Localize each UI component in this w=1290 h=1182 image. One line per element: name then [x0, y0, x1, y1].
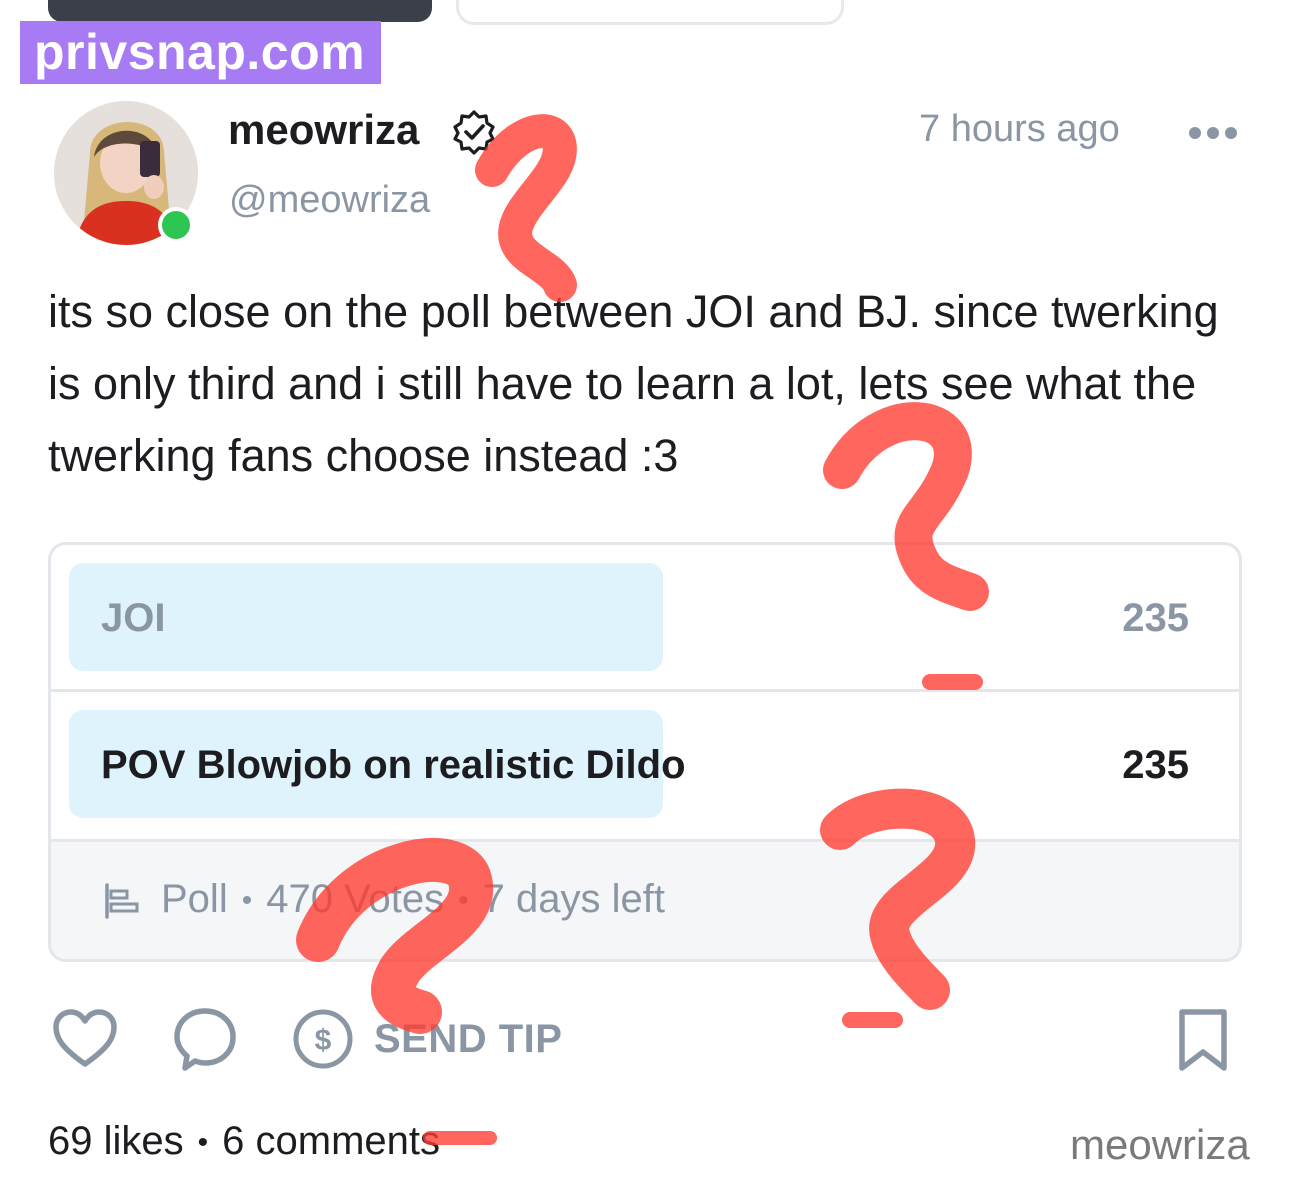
- site-watermark: privsnap.com: [20, 21, 381, 84]
- poll-type-label: Poll: [161, 877, 228, 921]
- poll-meta: Poll • 470 Votes • 7 days left: [103, 872, 665, 928]
- online-status-dot: [158, 207, 194, 243]
- poll-option-pov[interactable]: POV Blowjob on realistic Dildo 235: [51, 692, 1239, 838]
- scribble-question-mark: [475, 114, 577, 302]
- poll-option-label: POV Blowjob on realistic Dildo: [101, 743, 686, 787]
- more-options-icon[interactable]: [1187, 124, 1239, 142]
- author-display-name[interactable]: meowriza: [228, 104, 419, 156]
- separator-dot: •: [197, 1126, 209, 1160]
- send-tip-button[interactable]: $ SEND TIP: [292, 1008, 562, 1070]
- separator-dot: •: [458, 884, 469, 918]
- poll-option-label: JOI: [101, 596, 166, 640]
- poll-option-joi[interactable]: JOI 235: [51, 545, 1239, 691]
- poll-icon: [105, 883, 139, 920]
- separator-dot: •: [241, 884, 253, 918]
- post-text: its so close on the poll between JOI and…: [48, 286, 1219, 481]
- dollar-coin-icon: $: [293, 1009, 353, 1069]
- poll-option-votes: 235: [1122, 596, 1189, 640]
- send-tip-label: SEND TIP: [374, 1016, 563, 1061]
- like-heart-icon[interactable]: [52, 1008, 118, 1070]
- post-stats: 69 likes • 6 comments: [48, 1116, 440, 1168]
- poll-time-left: 7 days left: [482, 877, 665, 921]
- poll-option-votes: 235: [1122, 743, 1189, 787]
- bookmark-icon[interactable]: [1176, 1008, 1230, 1072]
- poll-footer: Poll • 470 Votes • 7 days left: [51, 839, 1239, 959]
- post-timestamp[interactable]: 7 hours ago: [919, 106, 1120, 152]
- previous-post-box: [456, 0, 844, 25]
- previous-media-thumbnail[interactable]: [48, 0, 432, 22]
- author-handle[interactable]: @meowriza: [229, 177, 430, 223]
- comments-count[interactable]: 6 comments: [222, 1119, 440, 1163]
- comment-bubble-icon[interactable]: [173, 1006, 237, 1072]
- svg-text:$: $: [315, 1024, 332, 1057]
- poll-votes-total: 470 Votes: [266, 877, 445, 921]
- verified-badge-icon: [453, 110, 495, 155]
- corner-watermark: meowriza: [1070, 1121, 1250, 1168]
- poll-card: JOI 235 POV Blowjob on realistic Dildo 2…: [48, 542, 1242, 962]
- likes-count[interactable]: 69 likes: [48, 1119, 184, 1163]
